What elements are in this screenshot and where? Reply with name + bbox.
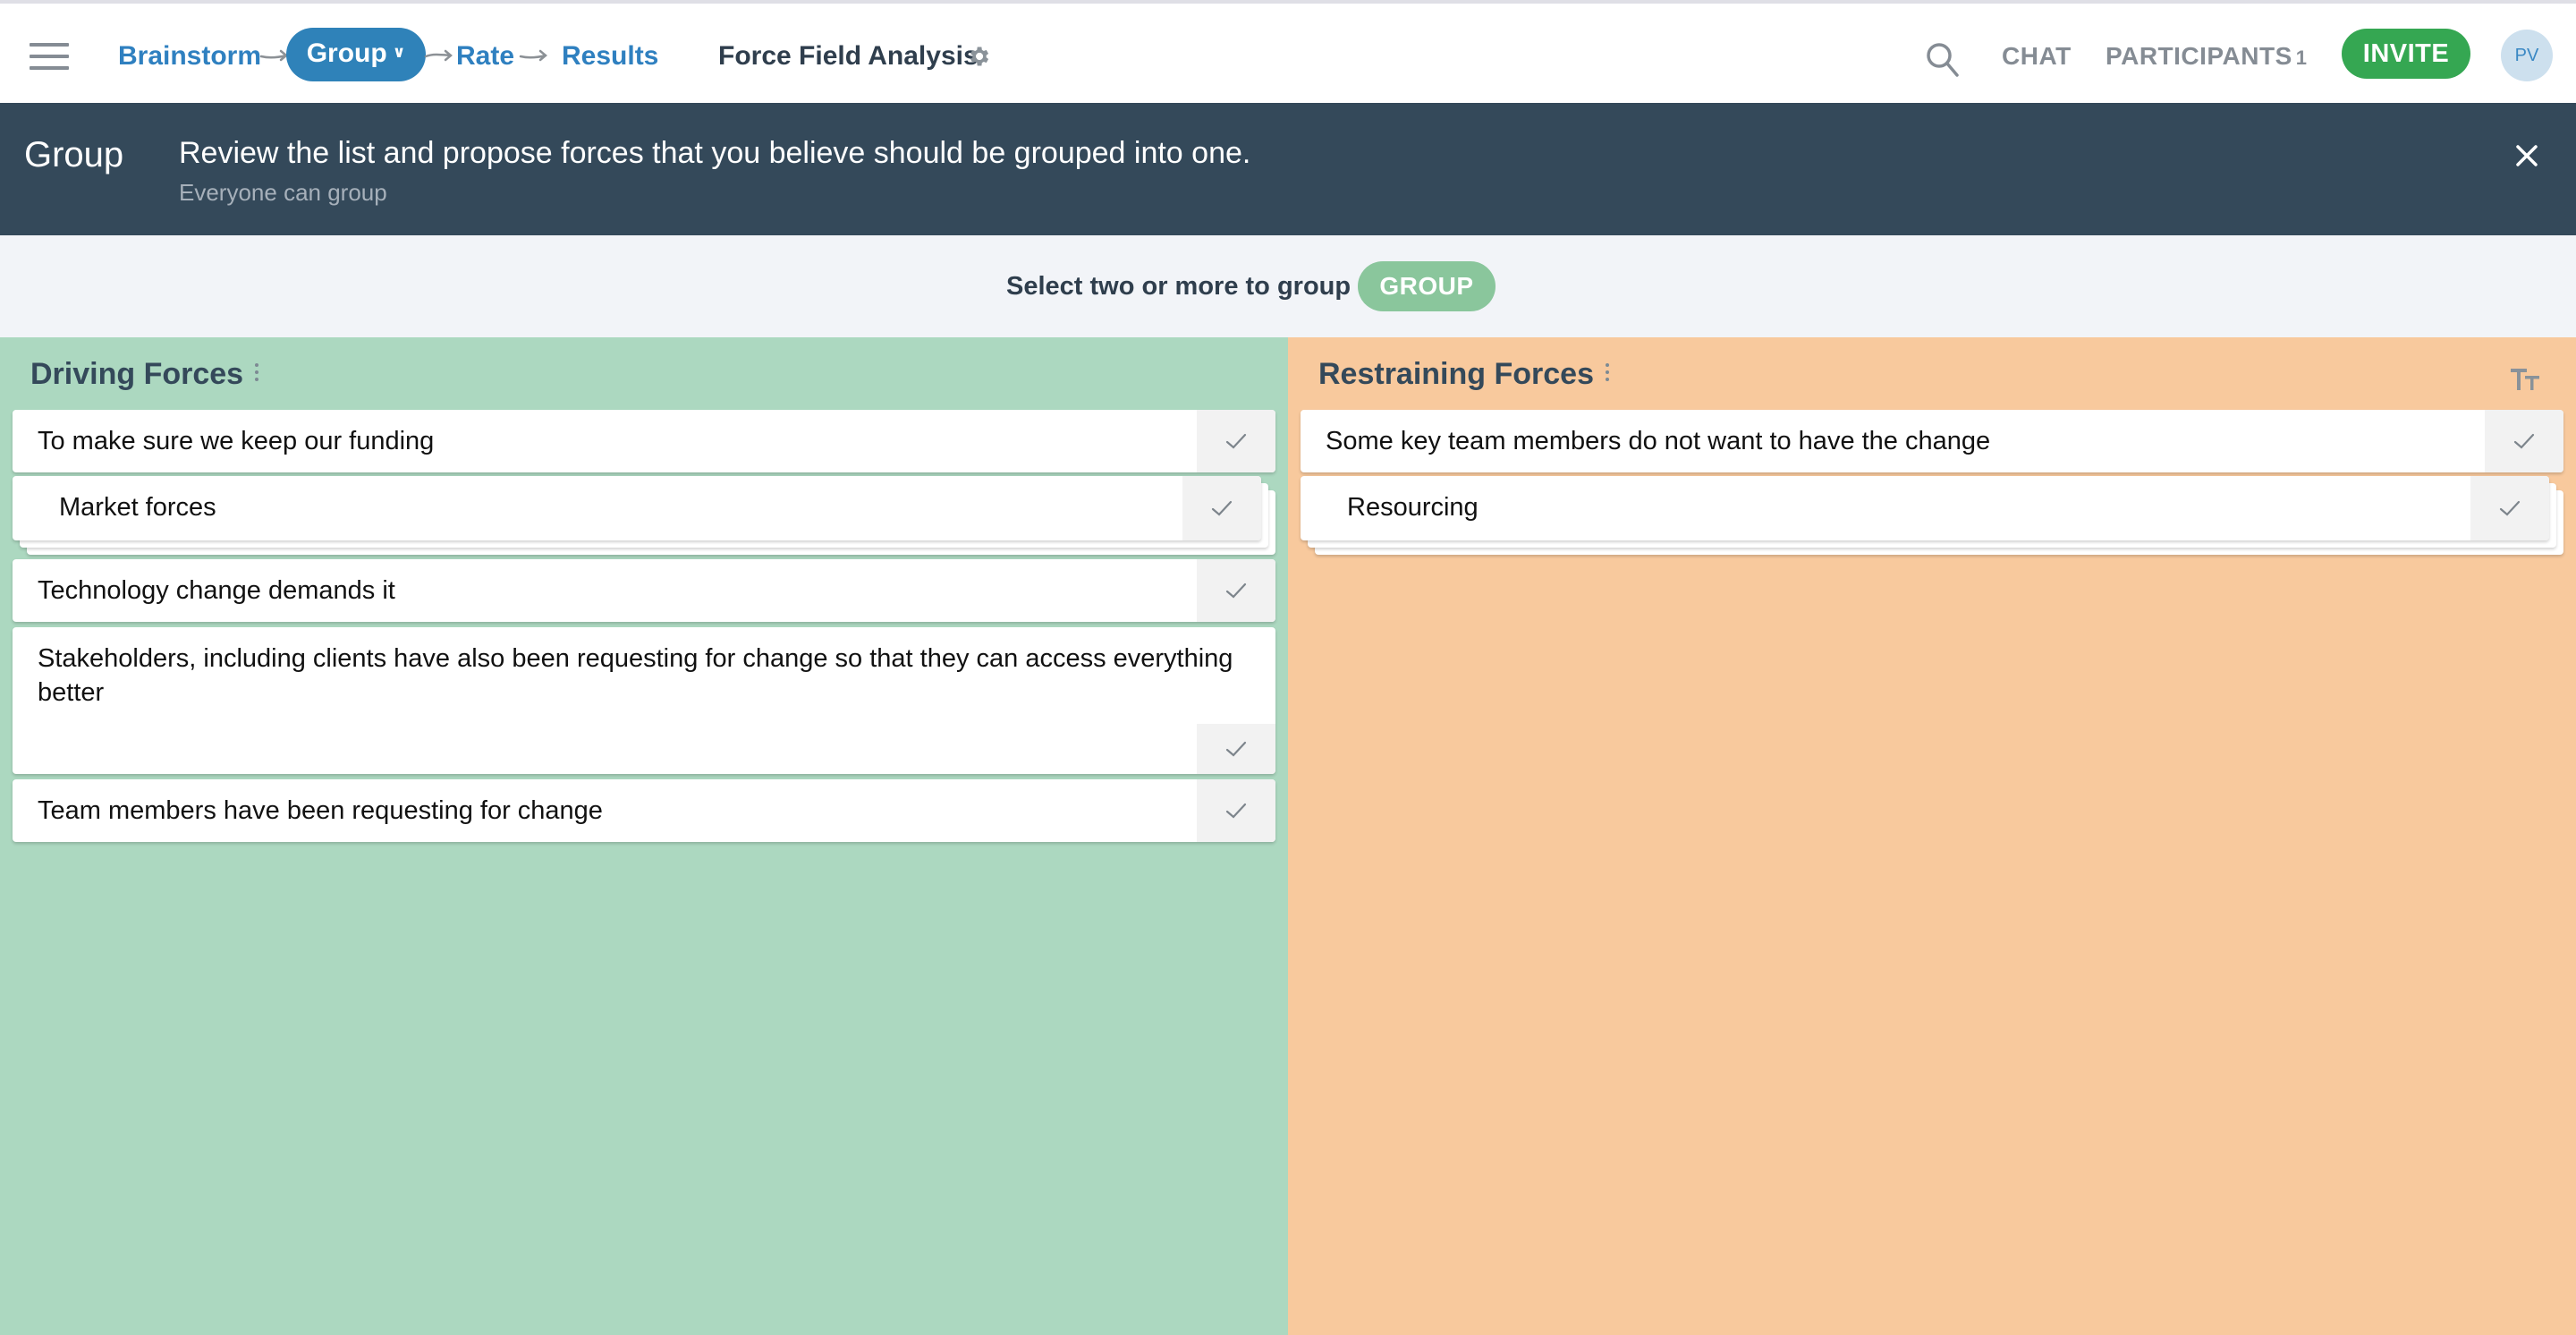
column-title-text: Restraining Forces	[1318, 357, 1594, 391]
force-card[interactable]: Team members have been requesting for ch…	[13, 779, 1275, 842]
force-card[interactable]: Technology change demands it	[13, 559, 1275, 622]
select-checkbox[interactable]	[1197, 779, 1275, 842]
instruction-banner: Group Review the list and propose forces…	[0, 103, 2576, 235]
stack-top-card: Resourcing	[1301, 476, 2549, 540]
select-checkbox[interactable]	[2485, 410, 2563, 472]
step-group-label: Group	[306, 38, 387, 68]
gear-icon[interactable]	[966, 44, 991, 69]
force-card-text: Some key team members do not want to hav…	[1326, 427, 1991, 455]
select-checkbox[interactable]	[1197, 410, 1275, 472]
group-instruction: Select two or more to group	[1006, 272, 1352, 301]
close-icon[interactable]	[2510, 139, 2544, 173]
group-button[interactable]: GROUP	[1358, 261, 1496, 311]
more-vertical-icon[interactable]	[1603, 363, 1612, 385]
avatar[interactable]: PV	[2501, 30, 2553, 81]
force-card-text: To make sure we keep our funding	[38, 427, 435, 455]
participants-count: 1	[2295, 47, 2308, 69]
search-icon[interactable]	[1923, 39, 1962, 79]
force-card[interactable]: Stakeholders, including clients have als…	[13, 627, 1275, 774]
force-card-text: Market forces	[59, 493, 216, 522]
more-vertical-icon[interactable]	[252, 363, 261, 385]
force-card-text: Resourcing	[1347, 493, 1479, 522]
stack-top-card: Market forces	[13, 476, 1261, 540]
force-card-text: Stakeholders, including clients have als…	[38, 644, 1233, 707]
force-card[interactable]: To make sure we keep our funding	[13, 410, 1275, 472]
app-header: Brainstorm Group ∨ Rate Results Force Fie…	[0, 4, 2576, 103]
force-card-text: Team members have been requesting for ch…	[38, 796, 603, 825]
grouped-force-stack[interactable]: Market forces	[13, 476, 1275, 555]
check-icon	[1225, 582, 1247, 599]
step-group-active[interactable]: Group ∨	[286, 28, 426, 81]
select-checkbox[interactable]	[1197, 559, 1275, 622]
column-driving-forces: Driving Forces To make sure we keep our …	[0, 337, 1288, 1335]
arrow-right-icon	[424, 49, 453, 62]
check-icon	[2499, 500, 2521, 516]
check-icon	[1225, 803, 1247, 819]
check-icon	[1225, 741, 1247, 757]
column-title: Driving Forces	[30, 350, 261, 398]
check-icon	[2513, 433, 2535, 449]
step-rate[interactable]: Rate	[456, 34, 514, 79]
group-bar: Select two or more to group GROUP	[0, 235, 2576, 337]
banner-message: Review the list and propose forces that …	[179, 136, 1251, 170]
force-card[interactable]: Some key team members do not want to hav…	[1301, 410, 2563, 472]
hamburger-menu-icon[interactable]	[30, 43, 69, 72]
select-checkbox[interactable]	[2470, 476, 2549, 540]
participants-label: PARTICIPANTS	[2106, 42, 2292, 70]
chevron-down-icon: ∨	[392, 43, 406, 62]
participants-button[interactable]: PARTICIPANTS 1	[2106, 34, 2308, 81]
invite-button[interactable]: INVITE	[2342, 29, 2470, 79]
arrow-right-icon	[259, 49, 288, 62]
check-icon	[1211, 500, 1233, 516]
banner-title: Group	[24, 135, 124, 174]
step-results[interactable]: Results	[562, 34, 658, 79]
step-brainstorm[interactable]: Brainstorm	[118, 34, 261, 79]
check-icon	[1225, 433, 1247, 449]
force-card-text: Technology change demands it	[38, 576, 395, 605]
select-checkbox[interactable]	[1182, 476, 1261, 540]
session-title: Force Field Analysis	[718, 41, 979, 71]
text-size-icon[interactable]	[2510, 366, 2542, 393]
select-checkbox[interactable]	[1197, 724, 1275, 774]
arrow-right-icon	[519, 49, 547, 62]
column-title-text: Driving Forces	[30, 357, 244, 391]
chat-button[interactable]: CHAT	[2002, 34, 2072, 79]
column-title: Restraining Forces	[1318, 350, 1612, 398]
column-restraining-forces: Restraining Forces Some key team members…	[1288, 337, 2576, 1335]
grouped-force-stack[interactable]: Resourcing	[1301, 476, 2563, 555]
banner-sub-message: Everyone can group	[179, 179, 387, 206]
